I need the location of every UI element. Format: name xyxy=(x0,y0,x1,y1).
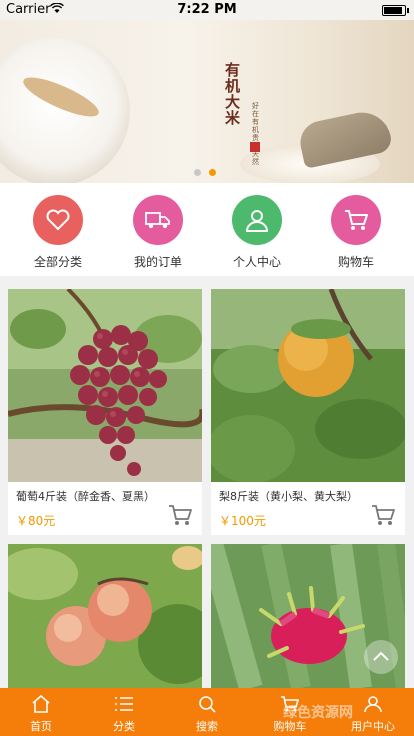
promo-banner[interactable]: 有机大米 好在有机贵在天然 xyxy=(0,20,414,183)
red-seal-stamp xyxy=(250,142,260,152)
user-icon xyxy=(364,696,382,713)
carousel-dot-active[interactable] xyxy=(209,169,216,176)
quick-nav-label: 我的订单 xyxy=(133,255,182,269)
add-to-cart-icon[interactable] xyxy=(371,503,397,531)
quick-nav-label: 个人中心 xyxy=(232,255,281,269)
list-icon xyxy=(115,697,133,711)
quick-nav-shopping-cart[interactable]: 购物车 xyxy=(311,195,401,270)
quick-nav-circle xyxy=(232,195,282,245)
chevron-up-icon xyxy=(373,651,389,661)
watermark: 绿色资源网 xyxy=(283,705,353,721)
quick-nav-label: 购物车 xyxy=(337,255,374,269)
truck-icon xyxy=(145,212,170,229)
cart-icon xyxy=(345,210,368,230)
product-card[interactable]: 梨8斤装（黄小梨、黄大梨） ￥100元 xyxy=(211,289,405,535)
product-price: ￥80元 xyxy=(16,514,56,528)
banner-title: 有机大米 xyxy=(225,61,241,127)
tab-label: 分类 xyxy=(113,720,135,733)
banner-slogan: 好在有机贵在天然 xyxy=(252,102,259,166)
tab-search[interactable]: 搜索 xyxy=(166,688,248,736)
quick-nav-all-categories[interactable]: 全部分类 xyxy=(13,195,103,270)
home-icon xyxy=(32,694,50,713)
peach-image xyxy=(8,544,202,688)
tab-label: 首页 xyxy=(30,720,52,733)
rice-sack-image xyxy=(296,107,394,169)
quick-nav-personal-center[interactable]: 个人中心 xyxy=(212,195,302,270)
product-price: ￥100元 xyxy=(219,514,266,528)
quick-nav-circle xyxy=(133,195,183,245)
product-name: 梨8斤装（黄小梨、黄大梨） xyxy=(219,490,358,503)
tab-categories[interactable]: 分类 xyxy=(83,688,165,736)
person-icon xyxy=(245,210,269,232)
pear-image xyxy=(211,289,405,482)
tab-home[interactable]: 首页 xyxy=(0,688,82,736)
grape-image xyxy=(8,289,202,482)
quick-nav: 全部分类 我的订单 个人中心 购物车 xyxy=(0,183,414,276)
search-icon xyxy=(199,696,216,713)
tab-label: 搜索 xyxy=(196,720,218,733)
carousel-dot[interactable] xyxy=(194,169,201,176)
status-bar: Carrier 7:22 PM xyxy=(0,0,414,20)
product-name: 葡萄4斤装（醉金香、夏黑） xyxy=(16,490,155,503)
quick-nav-my-orders[interactable]: 我的订单 xyxy=(113,195,203,270)
carousel-indicator[interactable] xyxy=(194,161,224,176)
product-card[interactable]: 葡萄4斤装（醉金香、夏黑） ￥80元 xyxy=(8,289,202,535)
product-card[interactable] xyxy=(8,544,202,688)
clock-time: 7:22 PM xyxy=(177,2,237,17)
quick-nav-circle xyxy=(331,195,381,245)
add-to-cart-icon[interactable] xyxy=(168,503,194,531)
quick-nav-label: 全部分类 xyxy=(33,255,82,269)
heart-icon xyxy=(46,209,70,231)
battery-icon xyxy=(382,5,409,16)
quick-nav-circle xyxy=(33,195,83,245)
scroll-to-top-button[interactable] xyxy=(364,640,398,674)
